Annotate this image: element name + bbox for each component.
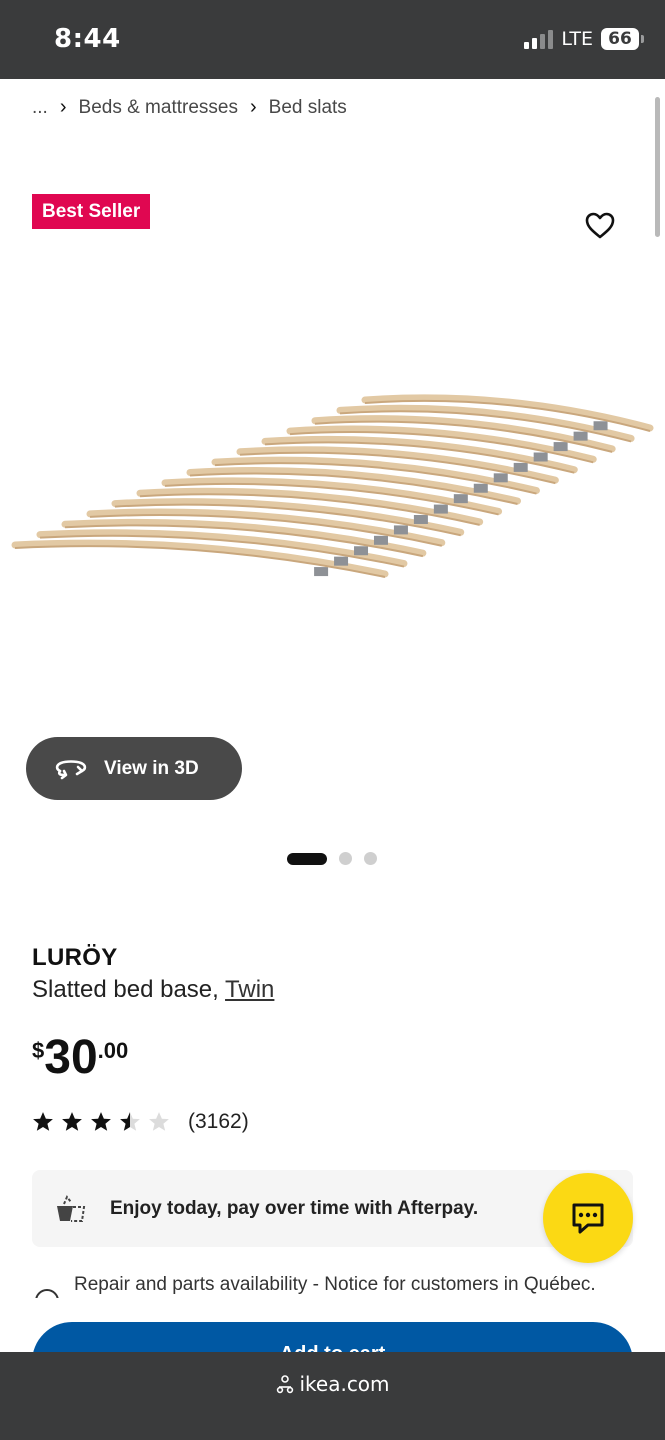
browser-url-bar[interactable]: ikea.com xyxy=(0,1352,665,1440)
signal-icon xyxy=(524,29,554,49)
chat-icon xyxy=(572,1203,604,1234)
star-icon xyxy=(33,1112,53,1131)
view-in-3d-label: View in 3D xyxy=(104,757,199,779)
chevron-right-icon: › xyxy=(249,96,257,118)
carousel-dot[interactable] xyxy=(364,852,377,865)
afterpay-text: Enjoy today, pay over time with Afterpay… xyxy=(110,1197,479,1219)
status-time: 8:44 xyxy=(54,24,121,54)
rating-stars xyxy=(32,1111,170,1133)
view-in-3d-button[interactable]: View in 3D xyxy=(26,737,242,800)
product-name: LURÖY xyxy=(32,944,118,971)
product-rating[interactable]: (3162) xyxy=(32,1110,249,1134)
breadcrumb: ... › Beds & mattresses › Bed slats xyxy=(32,96,347,119)
breadcrumb-item-bed-slats[interactable]: Bed slats xyxy=(269,97,347,119)
carousel-dot[interactable] xyxy=(339,852,352,865)
star-icon xyxy=(120,1112,140,1131)
network-label: LTE xyxy=(561,28,593,50)
repair-notice-text: Repair and parts availability - Notice f… xyxy=(74,1274,596,1295)
rotate-3d-icon xyxy=(55,759,87,779)
site-settings-icon xyxy=(277,1375,294,1394)
price-decimal: .00 xyxy=(97,1038,129,1063)
best-seller-badge: Best Seller xyxy=(32,194,151,229)
carousel-indicator xyxy=(287,852,377,865)
chevron-right-icon: › xyxy=(59,96,67,118)
review-count[interactable]: (3162) xyxy=(188,1110,249,1134)
battery-icon: 66 xyxy=(601,28,644,50)
star-icon xyxy=(91,1112,111,1131)
breadcrumb-ellipsis[interactable]: ... xyxy=(32,97,48,119)
status-bar: 8:44 LTE 66 xyxy=(0,0,665,79)
favorite-button[interactable] xyxy=(584,210,616,242)
breadcrumb-item-beds-mattresses[interactable]: Beds & mattresses xyxy=(79,97,238,119)
star-icon xyxy=(62,1112,82,1131)
url-domain: ikea.com xyxy=(299,1372,390,1396)
star-icon xyxy=(149,1112,169,1131)
heart-icon xyxy=(585,212,615,239)
status-indicators: LTE 66 xyxy=(524,28,644,50)
product-type: Slatted bed base, xyxy=(32,976,219,1003)
chat-button[interactable] xyxy=(543,1173,633,1263)
carousel-dot-active[interactable] xyxy=(287,852,327,865)
price-integer: 30 xyxy=(44,1031,98,1084)
price-currency: $ xyxy=(32,1038,45,1063)
scrollbar[interactable] xyxy=(655,97,660,237)
product-description: Slatted bed base, Twin xyxy=(32,976,274,1004)
info-icon xyxy=(35,1289,59,1298)
afterpay-icon xyxy=(57,1194,86,1222)
repair-notice[interactable]: Repair and parts availability - Notice f… xyxy=(32,1272,642,1298)
product-size-link[interactable]: Twin xyxy=(225,976,274,1003)
product-image[interactable] xyxy=(0,380,665,610)
product-price: $ 30 .00 xyxy=(32,1030,128,1086)
